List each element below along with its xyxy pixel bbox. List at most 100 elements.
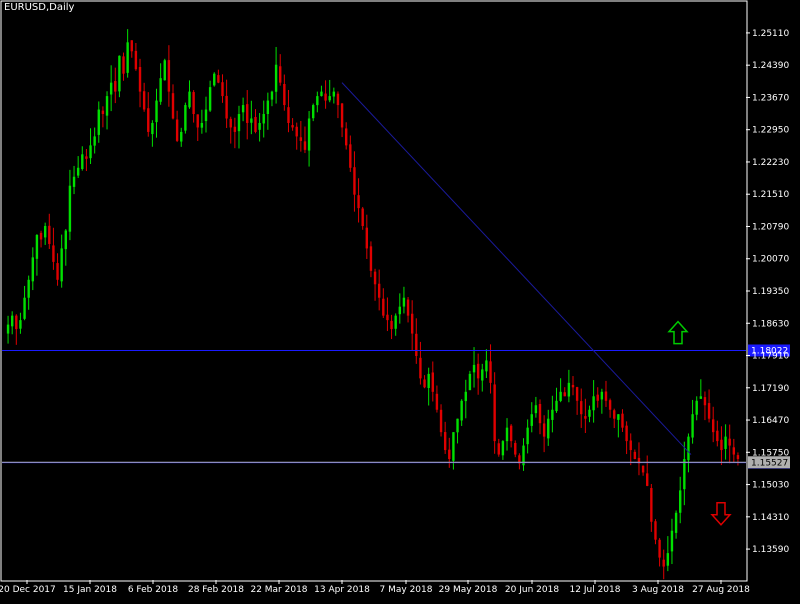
bull-candle xyxy=(266,100,270,115)
y-tick-label: 1.20070 xyxy=(752,255,789,265)
bull-candle xyxy=(274,64,278,92)
bear-candle xyxy=(344,128,348,146)
bear-candle xyxy=(431,372,434,392)
bear-candle xyxy=(130,40,133,52)
bear-candle xyxy=(196,114,199,128)
bear-candle xyxy=(650,488,653,522)
bull-candle xyxy=(452,432,455,461)
bear-candle xyxy=(340,103,344,128)
bull-candle xyxy=(683,459,686,490)
bull-candle xyxy=(60,248,63,282)
bull-candle xyxy=(109,82,113,95)
x-tick-label: 20 Jun 2018 xyxy=(505,585,559,595)
bear-candle xyxy=(493,384,496,442)
bear-candle xyxy=(563,392,566,397)
x-tick-label: 7 May 2018 xyxy=(380,585,433,595)
bear-candle xyxy=(52,245,55,262)
bear-candle xyxy=(658,539,661,558)
bull-candle xyxy=(468,373,472,391)
bull-candle xyxy=(163,60,166,81)
x-tick-label: 15 Jan 2018 xyxy=(63,585,117,595)
bear-candle xyxy=(299,137,303,141)
y-tick-label: 1.14310 xyxy=(752,513,789,523)
bull-candle xyxy=(64,230,67,250)
bear-candle xyxy=(435,393,439,410)
bull-candle xyxy=(35,234,39,259)
bull-candle xyxy=(485,360,488,372)
bull-candle xyxy=(559,391,562,401)
bear-candle xyxy=(575,387,579,401)
bull-candle xyxy=(180,131,183,142)
y-tick-label: 1.19350 xyxy=(752,287,789,297)
bull-candle xyxy=(105,96,109,116)
bull-candle xyxy=(617,414,620,420)
bear-candle xyxy=(283,83,286,106)
bear-candle xyxy=(324,93,327,101)
bull-candle xyxy=(427,373,430,388)
bull-candle xyxy=(118,55,121,92)
bear-candle xyxy=(596,394,599,401)
bear-candle xyxy=(439,409,443,433)
bear-candle xyxy=(192,92,195,115)
bear-candle xyxy=(390,320,393,330)
bull-candle xyxy=(31,257,35,282)
bull-candle xyxy=(398,306,402,315)
bear-candle xyxy=(542,423,546,437)
bear-candle xyxy=(357,195,360,209)
y-tick-label: 1.20790 xyxy=(752,222,789,232)
x-tick-label: 6 Feb 2018 xyxy=(128,585,179,595)
bear-candle xyxy=(353,167,356,195)
bull-candle xyxy=(93,136,96,146)
y-tick-label: 1.13590 xyxy=(752,545,789,555)
bull-candle xyxy=(687,436,690,461)
x-tick-label: 22 Mar 2018 xyxy=(250,585,307,595)
bear-candle xyxy=(538,403,542,424)
x-tick-label: 13 Apr 2018 xyxy=(314,585,370,595)
bear-candle xyxy=(419,357,422,379)
bear-candle xyxy=(386,314,389,321)
y-tick-label: 1.15030 xyxy=(752,481,789,491)
bull-candle xyxy=(72,176,76,187)
bear-candle xyxy=(728,438,731,446)
bull-candle xyxy=(320,91,323,97)
chart-area[interactable]: 1.180221.155211.15527 1.25110 1.24390 1.23… xyxy=(0,0,800,600)
y-tick-label: 1.22230 xyxy=(752,158,789,168)
bull-candle xyxy=(159,78,162,102)
bear-candle xyxy=(377,283,381,298)
candles-layer xyxy=(6,29,740,580)
bear-candle xyxy=(85,156,88,159)
bear-candle xyxy=(654,521,657,540)
bear-candle xyxy=(621,413,624,428)
bear-candle xyxy=(217,75,220,83)
bull-candle xyxy=(724,436,727,449)
bear-candle xyxy=(410,313,414,334)
bear-candle xyxy=(571,384,575,388)
x-tick-label: 28 Feb 2018 xyxy=(188,585,244,595)
bull-candle xyxy=(316,96,319,106)
bull-candle xyxy=(666,553,670,566)
bull-candle xyxy=(155,100,158,123)
bear-candle xyxy=(295,126,298,137)
bear-candle xyxy=(233,126,237,132)
bear-candle xyxy=(147,108,150,132)
bull-candle xyxy=(332,91,336,97)
bear-candle xyxy=(254,117,257,132)
price-chart[interactable]: 1.180221.155211.15527 1.25110 1.24390 1.23… xyxy=(0,0,800,600)
bear-candle xyxy=(613,410,616,419)
bear-candle xyxy=(101,110,105,115)
plot-frame xyxy=(0,0,748,582)
y-axis: 1.25110 1.24390 1.23670 1.22950 1.22230 1.215… xyxy=(746,29,789,555)
bull-candle xyxy=(81,154,84,170)
bull-candle xyxy=(204,109,208,122)
bear-candle xyxy=(361,208,364,227)
bear-candle xyxy=(443,432,447,451)
bear-candle xyxy=(716,430,719,442)
bear-candle xyxy=(279,66,282,83)
bull-candle xyxy=(188,91,191,108)
bear-candle xyxy=(580,401,583,415)
x-tick-label: 3 Aug 2018 xyxy=(632,585,684,595)
bear-candle xyxy=(514,442,517,455)
bull-candle xyxy=(23,297,26,319)
bear-candle xyxy=(56,263,59,280)
bear-candle xyxy=(303,141,307,150)
